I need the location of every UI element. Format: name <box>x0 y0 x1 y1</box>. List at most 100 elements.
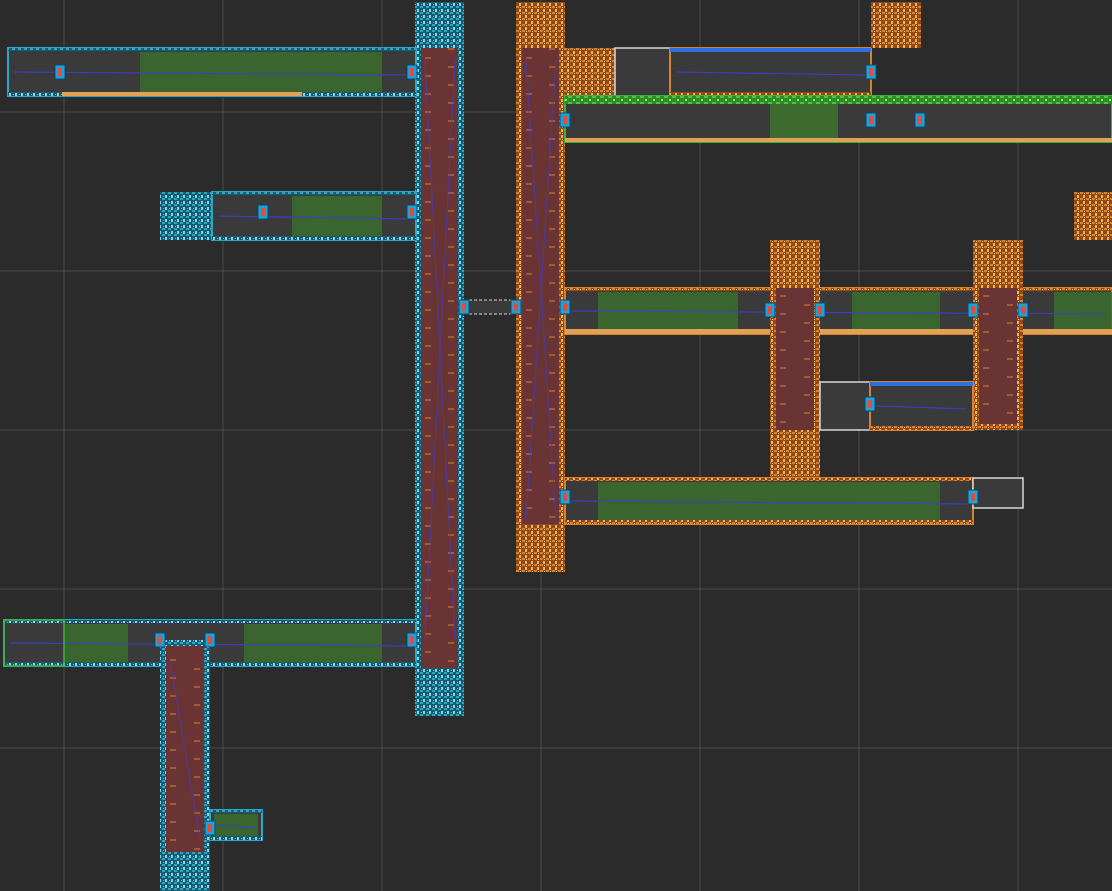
room-orange-top-entry-tiles <box>565 48 615 96</box>
door-marker-core <box>58 68 62 76</box>
door-marker-core <box>918 116 922 124</box>
door-marker[interactable] <box>204 820 216 836</box>
shaft-orange-left-bottom-tiles <box>770 430 820 478</box>
room-cyan-top-ceiling <box>8 48 416 51</box>
door-marker[interactable] <box>559 112 571 128</box>
door-marker[interactable] <box>257 204 269 220</box>
room-orange-top-hall-ceiling <box>670 48 871 52</box>
shaft-orange-left-top[interactable] <box>770 240 820 288</box>
room-orange-mid-hall-zone <box>852 292 940 330</box>
room-cyan-lower-ceiling <box>4 620 416 623</box>
room-green-garden[interactable] <box>564 95 1112 143</box>
room-white-lower-frame <box>972 477 1024 509</box>
room-cyan-mid-entry-tiles <box>160 192 212 240</box>
door-marker-core <box>208 636 212 644</box>
shaft-orange-right-top-tiles <box>973 240 1023 288</box>
shaft-cyan-main-bottom[interactable] <box>415 668 464 716</box>
door-marker-core <box>768 306 772 314</box>
door-marker[interactable] <box>967 302 979 318</box>
door-marker-core <box>514 303 518 311</box>
room-cyan-top[interactable] <box>7 47 417 97</box>
door-marker-core <box>869 68 873 76</box>
shaft-cyan-main-top[interactable] <box>415 2 464 48</box>
room-orange-mid-small-ceiling <box>870 382 973 386</box>
door-marker-core <box>563 493 567 501</box>
rooms-layer[interactable] <box>3 2 1112 891</box>
door-marker[interactable] <box>406 632 418 648</box>
door-marker-core <box>971 306 975 314</box>
door-marker-core <box>818 306 822 314</box>
door-marker-core <box>868 400 872 408</box>
room-cyan-lower-exit-floor <box>210 836 262 840</box>
door-marker[interactable] <box>559 299 571 315</box>
room-orange-top-hall[interactable] <box>669 47 872 97</box>
room-white-lower[interactable] <box>972 477 1024 509</box>
shaft-orange-left-bottom[interactable] <box>770 430 820 478</box>
room-orange-lower[interactable] <box>564 477 974 525</box>
room-cyan-mid[interactable] <box>211 191 417 241</box>
shaft-cyan-main-bottom-tiles <box>415 668 464 716</box>
shaft-orange-main-top[interactable] <box>516 2 565 48</box>
room-green-garden-canopy <box>565 96 1112 104</box>
room-orange-mid-hall[interactable] <box>564 287 1112 335</box>
room-orange-top-entry[interactable] <box>565 48 615 96</box>
room-white-top[interactable] <box>614 47 671 97</box>
room-bridge[interactable] <box>463 299 517 315</box>
door-marker[interactable] <box>967 489 979 505</box>
shaft-cyan-lower-bottom[interactable] <box>160 852 210 891</box>
room-map-canvas[interactable] <box>0 0 1112 891</box>
door-marker[interactable] <box>914 112 926 128</box>
shaft-orange-right-top[interactable] <box>973 240 1023 288</box>
room-orange-lower-floor <box>565 520 973 524</box>
shaft-cyan-lower-interior <box>166 646 204 884</box>
room-orange-top-right-cap[interactable] <box>871 2 921 48</box>
door-marker-core <box>971 493 975 501</box>
shaft-orange-main-bottom-tiles <box>516 524 565 572</box>
shaft-orange-main-bottom[interactable] <box>516 524 565 572</box>
door-marker[interactable] <box>864 396 876 412</box>
room-white-mid[interactable] <box>819 381 871 431</box>
door-marker-core <box>1021 306 1025 314</box>
room-white-mid-frame <box>819 381 871 431</box>
door-marker-core <box>208 824 212 832</box>
door-marker[interactable] <box>764 302 776 318</box>
room-map-svg[interactable] <box>0 0 1112 891</box>
door-marker[interactable] <box>406 64 418 80</box>
room-green-garden-zone <box>770 104 838 138</box>
door-marker[interactable] <box>1017 302 1029 318</box>
room-orange-far-right[interactable] <box>1074 192 1112 240</box>
shaft-cyan-lower-bottom-tiles <box>160 852 210 891</box>
room-orange-mid-hall-zone <box>1054 292 1112 330</box>
room-orange-lower-ceiling <box>565 478 973 481</box>
room-orange-lower-zone <box>598 482 940 520</box>
door-marker-core <box>462 303 466 311</box>
door-marker[interactable] <box>559 489 571 505</box>
room-cyan-top-zone <box>140 52 382 92</box>
door-marker[interactable] <box>406 204 418 220</box>
room-green-garden-floor <box>565 138 1112 142</box>
door-marker-core <box>563 303 567 311</box>
door-marker-core <box>410 636 414 644</box>
room-orange-mid-small[interactable] <box>869 381 974 431</box>
shaft-orange-left-top-tiles <box>770 240 820 288</box>
door-marker-core <box>261 208 265 216</box>
room-cyan-lower-exit[interactable] <box>209 809 263 841</box>
door-marker[interactable] <box>154 632 166 648</box>
door-marker[interactable] <box>204 632 216 648</box>
shaft-orange-main-top-tiles <box>516 2 565 48</box>
door-marker[interactable] <box>54 64 66 80</box>
door-marker[interactable] <box>510 299 522 315</box>
door-marker[interactable] <box>865 112 877 128</box>
room-orange-mid-hall-floor <box>565 329 1112 334</box>
room-cyan-mid-ceiling <box>212 192 416 195</box>
door-marker-core <box>869 116 873 124</box>
door-marker[interactable] <box>865 64 877 80</box>
room-cyan-mid-entry[interactable] <box>160 192 212 240</box>
door-marker[interactable] <box>814 302 826 318</box>
shaft-cyan-main-top-tiles <box>415 2 464 48</box>
door-marker-core <box>563 116 567 124</box>
room-bridge-frame <box>463 299 517 315</box>
door-marker-core <box>158 636 162 644</box>
door-marker[interactable] <box>458 299 470 315</box>
room-orange-mid-hall-ceiling <box>565 288 1112 291</box>
